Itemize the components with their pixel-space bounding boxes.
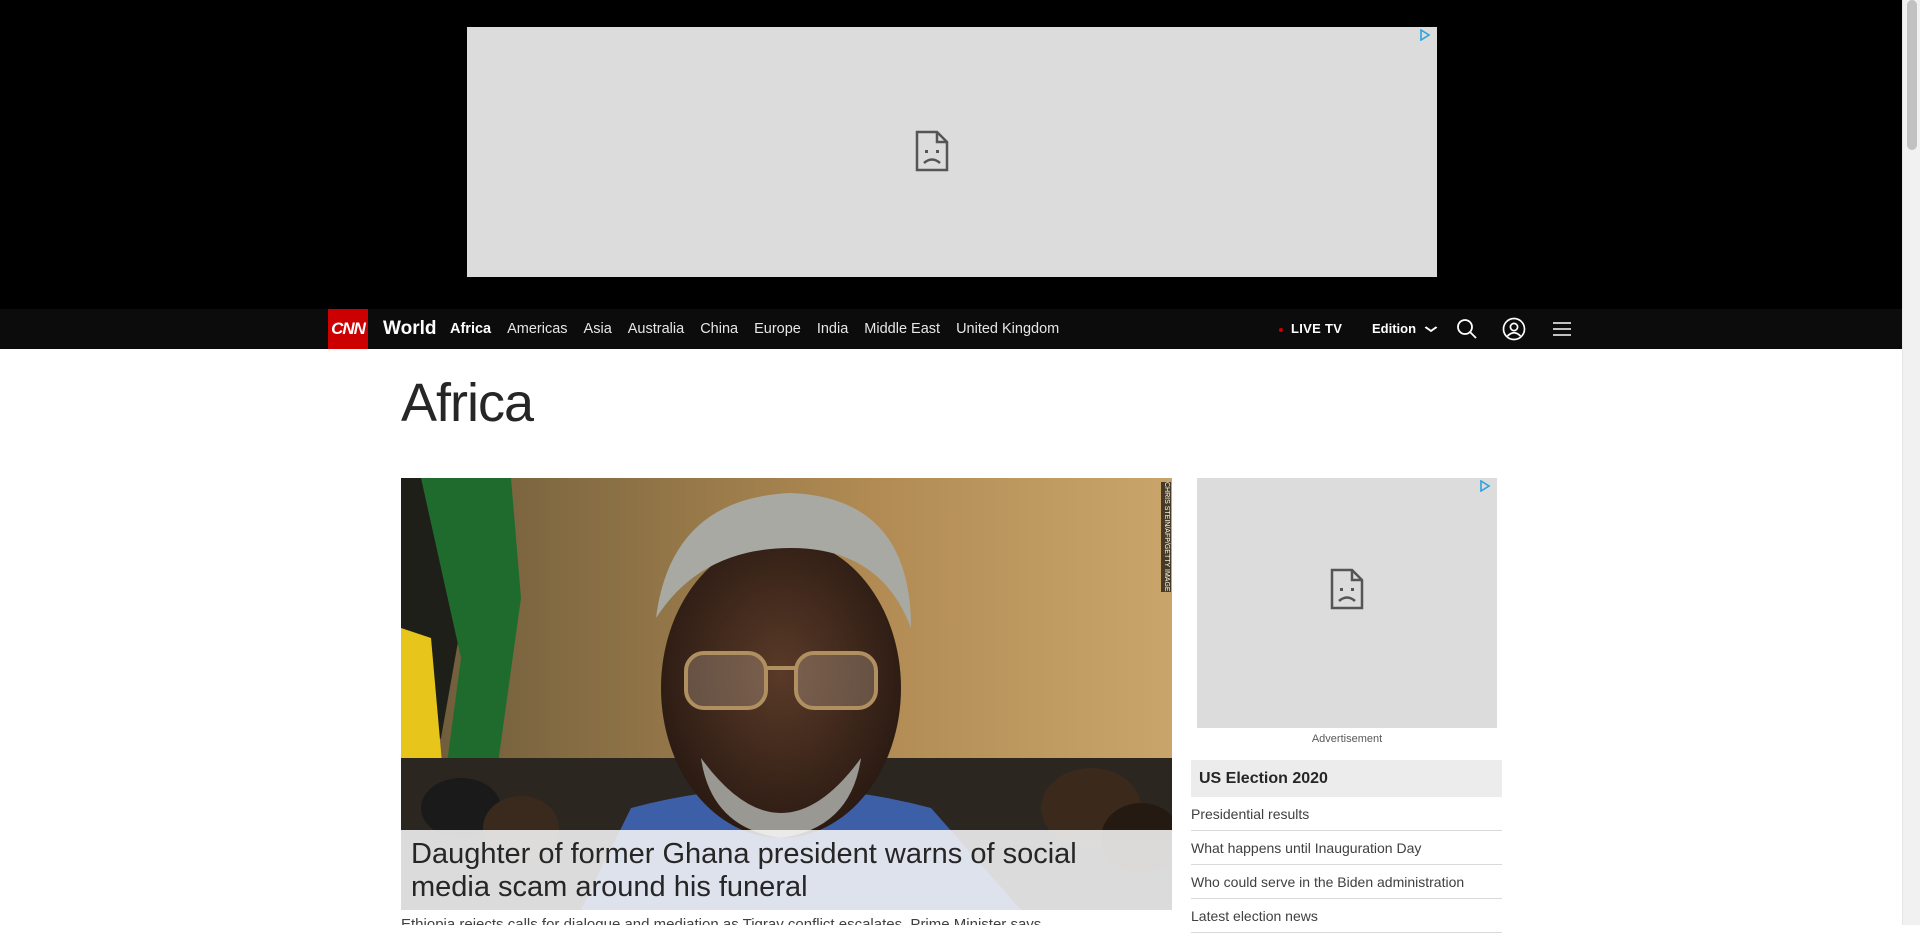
- nav-link-china[interactable]: China: [700, 309, 738, 349]
- nav-link-americas[interactable]: Americas: [507, 309, 567, 349]
- live-indicator-dot: [1279, 327, 1283, 332]
- nav-link-europe[interactable]: Europe: [754, 309, 801, 349]
- edition-dropdown[interactable]: Edition: [1372, 309, 1438, 350]
- side-ad-slot[interactable]: [1197, 478, 1497, 728]
- election-link-list: Presidential results What happens until I…: [1191, 797, 1502, 933]
- edition-label: Edition: [1372, 321, 1417, 336]
- nav-link-middle-east[interactable]: Middle East: [864, 309, 940, 349]
- live-tv-label: LIVE TV: [1291, 321, 1343, 336]
- search-icon[interactable]: [1455, 317, 1479, 341]
- election-link[interactable]: Presidential results: [1191, 797, 1502, 831]
- page-title: Africa: [401, 373, 534, 433]
- nav-link-africa[interactable]: Africa: [450, 309, 491, 349]
- hero-story-card[interactable]: CHRIS STEIN/AFP/GETTY IMAGES Daughter of…: [401, 478, 1172, 910]
- broken-image-icon: [1330, 568, 1364, 610]
- chevron-down-icon: [1424, 310, 1438, 350]
- advertisement-label: Advertisement: [1311, 733, 1383, 745]
- top-navigation: CNN World Africa Americas Asia Australia Chi…: [0, 309, 1902, 349]
- hero-caption[interactable]: Daughter of former Ghana president warns…: [401, 830, 1172, 910]
- nav-link-india[interactable]: India: [817, 309, 848, 349]
- election-panel-heading[interactable]: US Election 2020: [1191, 760, 1502, 797]
- adchoices-icon[interactable]: [1417, 28, 1433, 45]
- nav-link-united-kingdom[interactable]: United Kingdom: [956, 309, 1059, 349]
- live-tv-link[interactable]: LIVE TV: [1279, 309, 1342, 349]
- cnn-logo[interactable]: CNN: [328, 309, 368, 349]
- nav-link-asia[interactable]: Asia: [584, 309, 612, 349]
- page-scrollbar[interactable]: [1902, 0, 1920, 925]
- hero-subtext[interactable]: Ethiopia rejects calls for dialogue and …: [401, 914, 1101, 925]
- election-link[interactable]: Who could serve in the Biden administrat…: [1191, 865, 1502, 899]
- adchoices-icon[interactable]: [1477, 479, 1493, 496]
- top-ad-band: [0, 0, 1902, 309]
- photo-credit: CHRIS STEIN/AFP/GETTY IMAGES: [1161, 482, 1171, 592]
- election-link[interactable]: Latest election news: [1191, 899, 1502, 933]
- hero-headline[interactable]: Daughter of former Ghana president warns…: [411, 838, 1162, 904]
- top-ad-slot[interactable]: [467, 27, 1437, 277]
- nav-link-australia[interactable]: Australia: [628, 309, 684, 349]
- election-link[interactable]: What happens until Inauguration Day: [1191, 831, 1502, 865]
- hamburger-menu-icon[interactable]: [1550, 317, 1574, 341]
- broken-image-icon: [915, 130, 949, 172]
- scrollbar-thumb[interactable]: [1907, 0, 1917, 150]
- section-world-link[interactable]: World: [383, 309, 436, 349]
- us-election-panel: US Election 2020 Presidential results Wha…: [1191, 760, 1502, 933]
- account-icon[interactable]: [1502, 317, 1526, 341]
- subsection-nav: Africa Americas Asia Australia China Europe In…: [450, 309, 1075, 349]
